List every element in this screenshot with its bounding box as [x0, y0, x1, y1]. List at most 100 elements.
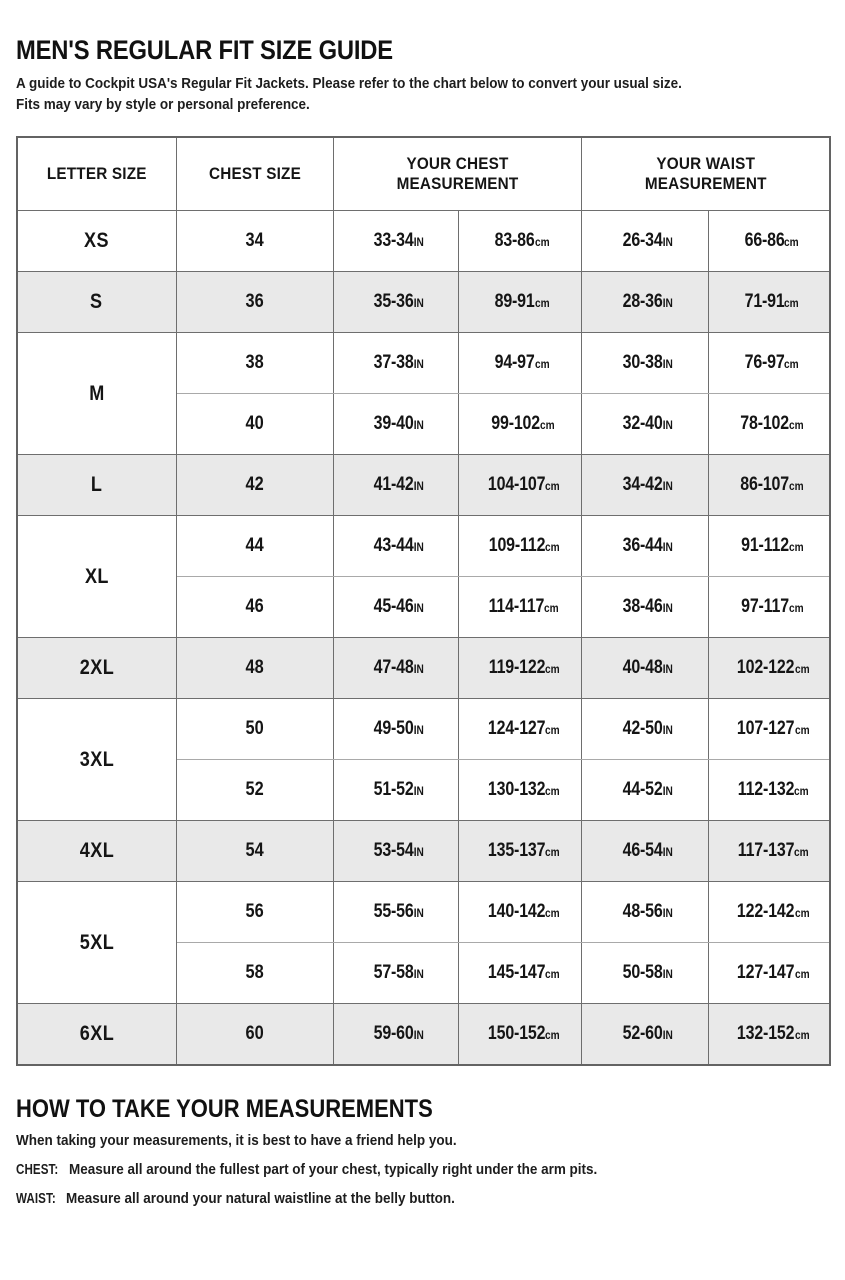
cell-waist-cm: 71-91cm — [707, 271, 831, 334]
cell-waist-cm-unit: cm — [794, 786, 809, 799]
cell-waist-inches-unit: IN — [662, 481, 673, 494]
table-header-row: LETTER SIZE CHEST SIZE YOUR CHEST MEASUR… — [16, 136, 831, 212]
cell-chest-cm-unit: cm — [545, 969, 560, 982]
cell-chest-size: 52 — [175, 759, 334, 822]
cell-chest-cm-unit: cm — [544, 603, 559, 616]
cell-chest-inches: 43-44IN — [332, 515, 459, 578]
cell-chest-inches-unit: IN — [413, 481, 424, 494]
cell-chest-cm-unit: cm — [545, 847, 560, 860]
cell-chest-cm-value: 104-107 — [487, 474, 546, 496]
cell-chest-inches: 35-36IN — [332, 271, 459, 334]
cell-waist-cm-unit: cm — [789, 420, 805, 433]
cell-chest-inches: 51-52IN — [332, 759, 459, 822]
cell-waist-cm: 66-86cm — [707, 210, 831, 273]
cell-waist-cm-unit: cm — [794, 908, 810, 921]
letter-size-value: 6XL — [79, 1021, 114, 1045]
chest-size-value: 34 — [245, 230, 264, 252]
cell-waist-cm-value: 132-152 — [737, 1022, 795, 1044]
cell-waist-cm: 132-152cm — [707, 1003, 831, 1066]
cell-chest-inches: 59-60IN — [332, 1003, 459, 1066]
cell-waist-inches-value: 36-44 — [622, 535, 663, 557]
cell-letter-size: 6XL — [16, 1003, 177, 1066]
cell-waist-inches-unit: IN — [662, 847, 673, 860]
cell-chest-inches: 39-40IN — [332, 393, 459, 456]
cell-waist-cm-value: 78-102 — [740, 413, 790, 435]
cell-chest-cm-unit: cm — [534, 359, 550, 372]
cell-chest-inches-value: 59-60 — [373, 1022, 414, 1044]
cell-waist-cm-value: 97-117 — [741, 596, 789, 618]
chest-size-value: 58 — [245, 962, 264, 984]
cell-chest-inches: 45-46IN — [332, 576, 459, 639]
table-row: 3XL 50 49-50IN 124-127cm 42-50IN 107-127cm — [16, 698, 831, 822]
cell-waist-cm: 91-112cm — [707, 515, 831, 578]
cell-chest-inches: 41-42IN — [332, 454, 459, 517]
cell-waist-cm-unit: cm — [789, 481, 805, 494]
cell-waist-cm: 97-117cm — [707, 576, 831, 639]
cell-waist-inches: 48-56IN — [580, 881, 709, 944]
cell-chest-inches-value: 33-34 — [373, 230, 414, 252]
cell-waist-inches-unit: IN — [662, 298, 673, 311]
cell-chest-cm: 109-112cm — [457, 515, 582, 578]
letter-size-value: 3XL — [79, 747, 114, 771]
cell-waist-cm-value: 122-142 — [737, 901, 795, 923]
cell-waist-inches: 44-52IN — [580, 759, 709, 822]
how-to-measure-chest: CHEST: Measure all around the fullest pa… — [16, 1161, 772, 1180]
cell-chest-cm-value: 94-97 — [494, 352, 535, 374]
chest-size-value: 60 — [245, 1022, 264, 1044]
waist-label: WAIST: — [16, 1190, 56, 1207]
cell-chest-inches-unit: IN — [413, 603, 424, 616]
cell-waist-cm-unit: cm — [784, 237, 799, 250]
column-header-letter-size: LETTER SIZE — [16, 136, 177, 212]
cell-waist-cm-unit: cm — [794, 1029, 810, 1042]
chest-size-value: 38 — [245, 352, 264, 374]
cell-chest-size: 44 — [175, 515, 334, 578]
chest-size-value: 42 — [245, 474, 264, 496]
cell-waist-inches: 34-42IN — [580, 454, 709, 517]
cell-chest-cm-value: 145-147 — [487, 962, 546, 984]
cell-waist-cm: 76-97cm — [707, 332, 831, 395]
cell-waist-inches-unit: IN — [662, 664, 673, 677]
cell-chest-size: 46 — [175, 576, 334, 639]
cell-waist-cm-unit: cm — [788, 603, 804, 616]
cell-chest-inches-unit: IN — [413, 237, 424, 250]
cell-waist-inches-unit: IN — [662, 1029, 673, 1042]
cell-waist-inches: 40-48IN — [580, 637, 709, 700]
cell-chest-cm-unit: cm — [545, 786, 560, 799]
cell-chest-inches: 33-34IN — [332, 210, 459, 273]
intro-line-2: Fits may vary by style or personal prefe… — [16, 96, 310, 113]
cell-waist-inches-unit: IN — [662, 786, 673, 799]
cell-chest-size: 38 — [175, 332, 334, 395]
cell-letter-size: 5XL — [16, 881, 177, 1005]
chest-instruction: Measure all around the fullest part of y… — [69, 1161, 598, 1178]
cell-waist-inches-unit: IN — [662, 359, 673, 372]
column-header-letter-size-line1: LETTER SIZE — [46, 163, 147, 183]
cell-waist-inches-value: 28-36 — [622, 291, 663, 313]
cell-waist-cm: 122-142cm — [707, 881, 831, 944]
cell-letter-size: S — [16, 271, 177, 334]
cell-waist-inches: 30-38IN — [580, 332, 709, 395]
cell-waist-inches: 52-60IN — [580, 1003, 709, 1066]
cell-chest-cm-value: 140-142 — [487, 901, 546, 923]
cell-chest-cm-value: 130-132 — [487, 779, 546, 801]
cell-waist-cm: 107-127cm — [707, 698, 831, 761]
cell-letter-size: 2XL — [16, 637, 177, 700]
cell-chest-inches-unit: IN — [413, 298, 424, 311]
page-title: MEN'S REGULAR FIT SIZE GUIDE — [16, 35, 393, 65]
cell-waist-inches-unit: IN — [662, 237, 673, 250]
cell-waist-cm-unit: cm — [784, 298, 799, 311]
table-row: 2XL 48 47-48IN 119-122cm 40-48IN 102-122cm — [16, 637, 831, 700]
cell-chest-inches-unit: IN — [413, 908, 424, 921]
cell-chest-size: 60 — [175, 1003, 334, 1066]
cell-chest-cm-value: 119-122 — [488, 657, 545, 679]
table-row: M 38 37-38IN 94-97cm 30-38IN 76-97cm — [16, 332, 831, 456]
cell-chest-cm-unit: cm — [540, 420, 555, 433]
column-header-your-chest-line1: YOUR CHEST — [405, 153, 509, 173]
cell-waist-cm: 127-147cm — [707, 942, 831, 1005]
cell-chest-cm: 119-122cm — [457, 637, 582, 700]
cell-letter-size: 3XL — [16, 698, 177, 822]
cell-waist-inches-value: 48-56 — [622, 901, 663, 923]
waist-instruction: Measure all around your natural waistlin… — [66, 1190, 455, 1207]
cell-waist-cm-unit: cm — [794, 847, 809, 860]
cell-chest-cm-value: 83-86 — [494, 230, 535, 252]
table-row: XS 34 33-34IN 83-86cm 26-34IN 66-86cm — [16, 210, 831, 273]
